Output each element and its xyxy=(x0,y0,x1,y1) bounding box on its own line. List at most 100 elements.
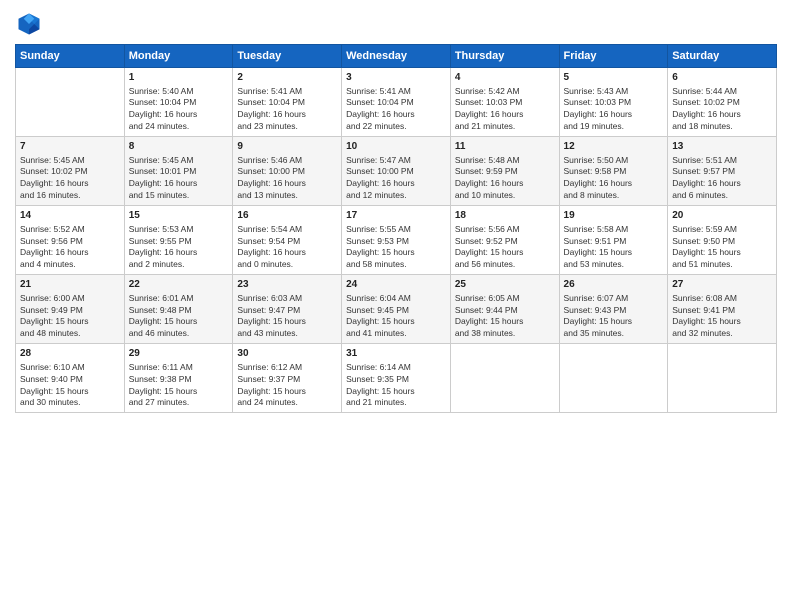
calendar-cell: 1Sunrise: 5:40 AMSunset: 10:04 PMDayligh… xyxy=(124,68,233,137)
calendar-cell: 6Sunrise: 5:44 AMSunset: 10:02 PMDayligh… xyxy=(668,68,777,137)
header-row: SundayMondayTuesdayWednesdayThursdayFrid… xyxy=(16,45,777,68)
day-number: 2 xyxy=(237,71,337,85)
week-row-1: 1Sunrise: 5:40 AMSunset: 10:04 PMDayligh… xyxy=(16,68,777,137)
calendar-cell: 22Sunrise: 6:01 AMSunset: 9:48 PMDayligh… xyxy=(124,275,233,344)
day-info: Sunrise: 5:45 AMSunset: 10:01 PMDaylight… xyxy=(129,155,229,203)
day-info: Sunrise: 5:40 AMSunset: 10:04 PMDaylight… xyxy=(129,86,229,134)
day-info: Sunrise: 5:44 AMSunset: 10:02 PMDaylight… xyxy=(672,86,772,134)
calendar-body: 1Sunrise: 5:40 AMSunset: 10:04 PMDayligh… xyxy=(16,68,777,413)
day-number: 6 xyxy=(672,71,772,85)
day-info: Sunrise: 6:03 AMSunset: 9:47 PMDaylight:… xyxy=(237,293,337,341)
calendar-cell: 2Sunrise: 5:41 AMSunset: 10:04 PMDayligh… xyxy=(233,68,342,137)
day-number: 8 xyxy=(129,140,229,154)
day-info: Sunrise: 5:46 AMSunset: 10:00 PMDaylight… xyxy=(237,155,337,203)
day-info: Sunrise: 5:47 AMSunset: 10:00 PMDaylight… xyxy=(346,155,446,203)
calendar-cell: 29Sunrise: 6:11 AMSunset: 9:38 PMDayligh… xyxy=(124,344,233,413)
day-number: 22 xyxy=(129,278,229,292)
day-info: Sunrise: 5:56 AMSunset: 9:52 PMDaylight:… xyxy=(455,224,555,272)
day-number: 18 xyxy=(455,209,555,223)
day-number: 9 xyxy=(237,140,337,154)
day-number: 17 xyxy=(346,209,446,223)
week-row-2: 7Sunrise: 5:45 AMSunset: 10:02 PMDayligh… xyxy=(16,137,777,206)
day-info: Sunrise: 6:14 AMSunset: 9:35 PMDaylight:… xyxy=(346,362,446,410)
week-row-3: 14Sunrise: 5:52 AMSunset: 9:56 PMDayligh… xyxy=(16,206,777,275)
calendar-cell xyxy=(668,344,777,413)
day-number: 31 xyxy=(346,347,446,361)
calendar-cell: 15Sunrise: 5:53 AMSunset: 9:55 PMDayligh… xyxy=(124,206,233,275)
calendar-cell: 4Sunrise: 5:42 AMSunset: 10:03 PMDayligh… xyxy=(450,68,559,137)
day-info: Sunrise: 5:51 AMSunset: 9:57 PMDaylight:… xyxy=(672,155,772,203)
week-row-4: 21Sunrise: 6:00 AMSunset: 9:49 PMDayligh… xyxy=(16,275,777,344)
day-info: Sunrise: 5:53 AMSunset: 9:55 PMDaylight:… xyxy=(129,224,229,272)
day-number: 12 xyxy=(564,140,664,154)
calendar-cell: 12Sunrise: 5:50 AMSunset: 9:58 PMDayligh… xyxy=(559,137,668,206)
day-number: 5 xyxy=(564,71,664,85)
day-info: Sunrise: 6:05 AMSunset: 9:44 PMDaylight:… xyxy=(455,293,555,341)
calendar-cell: 21Sunrise: 6:00 AMSunset: 9:49 PMDayligh… xyxy=(16,275,125,344)
day-number: 27 xyxy=(672,278,772,292)
logo-icon xyxy=(15,10,43,38)
calendar-cell: 24Sunrise: 6:04 AMSunset: 9:45 PMDayligh… xyxy=(342,275,451,344)
calendar-cell: 19Sunrise: 5:58 AMSunset: 9:51 PMDayligh… xyxy=(559,206,668,275)
day-number: 3 xyxy=(346,71,446,85)
calendar-cell: 30Sunrise: 6:12 AMSunset: 9:37 PMDayligh… xyxy=(233,344,342,413)
day-number: 13 xyxy=(672,140,772,154)
header-cell-sunday: Sunday xyxy=(16,45,125,68)
day-info: Sunrise: 5:50 AMSunset: 9:58 PMDaylight:… xyxy=(564,155,664,203)
calendar-cell: 26Sunrise: 6:07 AMSunset: 9:43 PMDayligh… xyxy=(559,275,668,344)
header xyxy=(15,10,777,38)
header-cell-friday: Friday xyxy=(559,45,668,68)
day-info: Sunrise: 6:10 AMSunset: 9:40 PMDaylight:… xyxy=(20,362,120,410)
calendar-cell: 16Sunrise: 5:54 AMSunset: 9:54 PMDayligh… xyxy=(233,206,342,275)
calendar-cell: 10Sunrise: 5:47 AMSunset: 10:00 PMDaylig… xyxy=(342,137,451,206)
week-row-5: 28Sunrise: 6:10 AMSunset: 9:40 PMDayligh… xyxy=(16,344,777,413)
calendar-table: SundayMondayTuesdayWednesdayThursdayFrid… xyxy=(15,44,777,413)
page: SundayMondayTuesdayWednesdayThursdayFrid… xyxy=(0,0,792,612)
calendar-cell: 28Sunrise: 6:10 AMSunset: 9:40 PMDayligh… xyxy=(16,344,125,413)
day-info: Sunrise: 5:55 AMSunset: 9:53 PMDaylight:… xyxy=(346,224,446,272)
calendar-cell: 11Sunrise: 5:48 AMSunset: 9:59 PMDayligh… xyxy=(450,137,559,206)
calendar-cell: 14Sunrise: 5:52 AMSunset: 9:56 PMDayligh… xyxy=(16,206,125,275)
calendar-cell: 20Sunrise: 5:59 AMSunset: 9:50 PMDayligh… xyxy=(668,206,777,275)
day-info: Sunrise: 6:12 AMSunset: 9:37 PMDaylight:… xyxy=(237,362,337,410)
day-info: Sunrise: 5:59 AMSunset: 9:50 PMDaylight:… xyxy=(672,224,772,272)
calendar-cell xyxy=(559,344,668,413)
day-number: 10 xyxy=(346,140,446,154)
day-info: Sunrise: 6:04 AMSunset: 9:45 PMDaylight:… xyxy=(346,293,446,341)
day-number: 4 xyxy=(455,71,555,85)
day-info: Sunrise: 5:54 AMSunset: 9:54 PMDaylight:… xyxy=(237,224,337,272)
day-number: 7 xyxy=(20,140,120,154)
day-number: 21 xyxy=(20,278,120,292)
calendar-cell: 31Sunrise: 6:14 AMSunset: 9:35 PMDayligh… xyxy=(342,344,451,413)
day-info: Sunrise: 6:08 AMSunset: 9:41 PMDaylight:… xyxy=(672,293,772,341)
day-number: 26 xyxy=(564,278,664,292)
header-cell-wednesday: Wednesday xyxy=(342,45,451,68)
header-cell-tuesday: Tuesday xyxy=(233,45,342,68)
day-info: Sunrise: 5:45 AMSunset: 10:02 PMDaylight… xyxy=(20,155,120,203)
day-info: Sunrise: 5:42 AMSunset: 10:03 PMDaylight… xyxy=(455,86,555,134)
calendar-cell: 13Sunrise: 5:51 AMSunset: 9:57 PMDayligh… xyxy=(668,137,777,206)
calendar-cell: 17Sunrise: 5:55 AMSunset: 9:53 PMDayligh… xyxy=(342,206,451,275)
day-number: 15 xyxy=(129,209,229,223)
day-number: 19 xyxy=(564,209,664,223)
day-info: Sunrise: 5:48 AMSunset: 9:59 PMDaylight:… xyxy=(455,155,555,203)
day-info: Sunrise: 6:07 AMSunset: 9:43 PMDaylight:… xyxy=(564,293,664,341)
calendar-cell: 18Sunrise: 5:56 AMSunset: 9:52 PMDayligh… xyxy=(450,206,559,275)
day-info: Sunrise: 6:01 AMSunset: 9:48 PMDaylight:… xyxy=(129,293,229,341)
day-number: 25 xyxy=(455,278,555,292)
calendar-cell: 23Sunrise: 6:03 AMSunset: 9:47 PMDayligh… xyxy=(233,275,342,344)
day-info: Sunrise: 5:58 AMSunset: 9:51 PMDaylight:… xyxy=(564,224,664,272)
day-number: 23 xyxy=(237,278,337,292)
logo xyxy=(15,10,47,38)
day-info: Sunrise: 5:43 AMSunset: 10:03 PMDaylight… xyxy=(564,86,664,134)
day-info: Sunrise: 6:11 AMSunset: 9:38 PMDaylight:… xyxy=(129,362,229,410)
day-number: 1 xyxy=(129,71,229,85)
day-info: Sunrise: 5:41 AMSunset: 10:04 PMDaylight… xyxy=(346,86,446,134)
calendar-cell: 3Sunrise: 5:41 AMSunset: 10:04 PMDayligh… xyxy=(342,68,451,137)
day-number: 29 xyxy=(129,347,229,361)
day-number: 30 xyxy=(237,347,337,361)
day-info: Sunrise: 6:00 AMSunset: 9:49 PMDaylight:… xyxy=(20,293,120,341)
day-number: 24 xyxy=(346,278,446,292)
calendar-cell: 5Sunrise: 5:43 AMSunset: 10:03 PMDayligh… xyxy=(559,68,668,137)
day-info: Sunrise: 5:52 AMSunset: 9:56 PMDaylight:… xyxy=(20,224,120,272)
